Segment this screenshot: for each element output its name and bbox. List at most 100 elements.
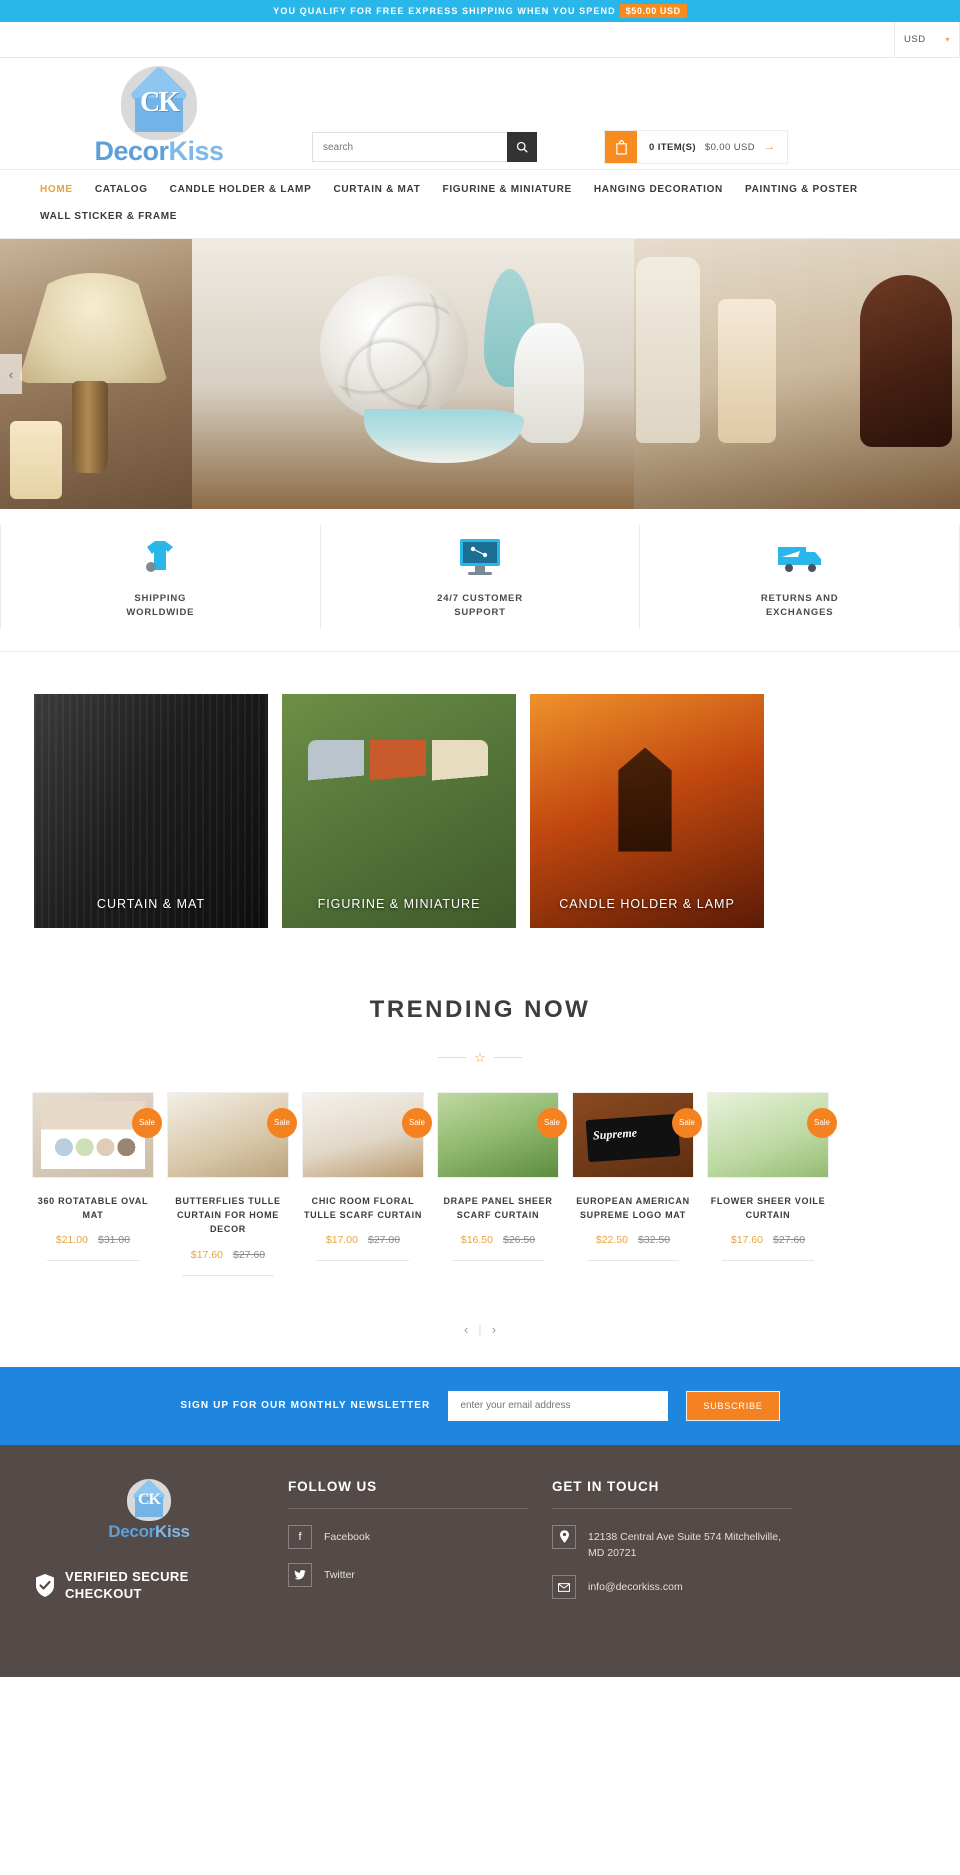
service-label: SHIPPING WORLDWIDE [126, 592, 194, 621]
carousel-next-button[interactable]: › [492, 1322, 496, 1337]
cart-summary: 0 ITEM(S) $0.00 USD → [637, 131, 787, 163]
product-carousel: Sale 360 ROTATABLE OVAL MAT $21.00 $31.0… [0, 1066, 960, 1286]
product-compare-price: $31.00 [98, 1234, 131, 1247]
chevron-down-icon: ▾ [945, 35, 950, 44]
sale-badge: Sale [537, 1107, 567, 1138]
product-divider [47, 1260, 139, 1262]
facebook-icon: f [288, 1524, 312, 1549]
hero-carousel[interactable]: ‹ [0, 239, 960, 509]
product-title[interactable]: CHIC ROOM FLORAL TULLE SCARF CURTAIN [302, 1194, 424, 1223]
carousel-prev-button[interactable]: ‹ [464, 1322, 468, 1337]
logo-initials: CK [140, 87, 180, 118]
shield-check-icon [36, 1573, 54, 1597]
currency-selector[interactable]: USD ▾ [894, 22, 960, 57]
product-compare-price: $26.50 [503, 1234, 536, 1247]
decorative-sphere-shape [320, 275, 468, 423]
product-image[interactable] [32, 1091, 154, 1178]
product-image[interactable]: Supreme [572, 1091, 694, 1178]
product-card[interactable]: Supreme Sale EUROPEAN AMERICAN SUPREME L… [572, 1091, 702, 1276]
product-image[interactable] [707, 1091, 829, 1178]
product-price: $17.00 [325, 1234, 358, 1247]
category-card-curtain-mat[interactable]: CURTAIN & MAT [34, 693, 268, 928]
category-label: CURTAIN & MAT [96, 896, 206, 911]
category-card-candle-holder-lamp[interactable]: CANDLE HOLDER & LAMP [530, 693, 764, 928]
footer-brand-column: CK DecorKiss VERIFIED SECURE CHECKOUT [34, 1478, 264, 1657]
service-label: 24/7 CUSTOMER SUPPORT [437, 592, 523, 621]
footer-social-label: Facebook [324, 1530, 371, 1543]
white-vase-shape [514, 323, 584, 443]
nav-item-figurine-miniature[interactable]: FIGURINE & MINIATURE [443, 184, 572, 195]
sale-badge: Sale [807, 1107, 837, 1138]
newsletter-signup: SIGN UP FOR OUR MONTHLY NEWSLETTER SUBSC… [0, 1366, 960, 1445]
sale-badge: Sale [267, 1107, 297, 1138]
product-price-row: $16.50 $26.50 [437, 1234, 559, 1246]
product-price: $22.50 [595, 1234, 628, 1247]
product-divider [722, 1260, 814, 1262]
sale-badge: Sale [402, 1107, 432, 1138]
footer-social-link-twitter[interactable]: Twitter [288, 1562, 528, 1587]
nav-item-painting-poster[interactable]: PAINTING & POSTER [745, 184, 858, 195]
product-divider [452, 1260, 544, 1262]
newsletter-email-input[interactable] [448, 1390, 669, 1421]
hero-image-lamp [0, 239, 192, 509]
nav-item-home[interactable]: HOME [40, 184, 73, 195]
product-compare-price: $27.60 [773, 1234, 806, 1247]
service-customer-support: 24/7 CUSTOMER SUPPORT [319, 525, 640, 629]
verified-text: VERIFIED SECURE CHECKOUT [65, 1568, 189, 1603]
truck-icon [774, 533, 826, 581]
verified-secure-checkout-badge: VERIFIED SECURE CHECKOUT [34, 1568, 264, 1603]
product-compare-price: $27.00 [368, 1234, 401, 1247]
product-price: $21.00 [55, 1234, 88, 1247]
footer-logo-mark-icon[interactable]: CK [127, 1478, 171, 1521]
product-price: $17.60 [730, 1234, 763, 1247]
search-input[interactable] [312, 132, 507, 162]
nav-item-candle-holder-lamp[interactable]: CANDLE HOLDER & LAMP [170, 184, 312, 195]
services-bar: SHIPPING WORLDWIDE 24/7 CUSTOMER SUPPORT [0, 509, 960, 652]
service-line2: EXCHANGES [765, 607, 834, 619]
product-card[interactable]: Sale BUTTERFLIES TULLE CURTAIN FOR HOME … [167, 1091, 297, 1276]
main-navigation: HOME CATALOG CANDLE HOLDER & LAMP CURTAI… [0, 170, 960, 239]
promo-banner: YOU QUALIFY FOR FREE EXPRESS SHIPPING WH… [0, 0, 960, 22]
product-title[interactable]: 360 ROTATABLE OVAL MAT [32, 1194, 154, 1223]
category-card-figurine-miniature[interactable]: FIGURINE & MINIATURE [282, 693, 516, 928]
newsletter-heading: SIGN UP FOR OUR MONTHLY NEWSLETTER [180, 1400, 431, 1412]
title-divider: ☆ [0, 1050, 960, 1066]
product-image[interactable] [302, 1091, 424, 1178]
product-title[interactable]: EUROPEAN AMERICAN SUPREME LOGO MAT [572, 1194, 694, 1223]
product-card[interactable]: Sale DRAPE PANEL SHEER SCARF CURTAIN $16… [437, 1091, 567, 1276]
logo-word-decor: Decor [94, 136, 169, 166]
footer-logo-initials: CK [138, 1490, 161, 1508]
buddha-statue-shape [860, 275, 952, 447]
nav-item-hanging-decoration[interactable]: HANGING DECORATION [594, 184, 723, 195]
tall-vase-shape [636, 257, 700, 443]
cart-total: $0.00 USD [704, 141, 755, 153]
search-submit-button[interactable] [507, 132, 537, 162]
product-card[interactable]: Sale FLOWER SHEER VOILE CURTAIN $17.60 $… [707, 1091, 837, 1276]
product-card[interactable]: Sale CHIC ROOM FLORAL TULLE SCARF CURTAI… [302, 1091, 432, 1276]
footer-social-link-facebook[interactable]: f Facebook [288, 1524, 528, 1549]
product-image[interactable] [167, 1091, 289, 1178]
envelope-icon [552, 1575, 576, 1600]
newsletter-subscribe-button[interactable]: SUBSCRIBE [686, 1390, 780, 1421]
cart-widget[interactable]: 0 ITEM(S) $0.00 USD → [604, 130, 789, 164]
nav-item-wall-sticker-frame[interactable]: WALL STICKER & FRAME [40, 211, 177, 222]
logo[interactable]: CK DecorKiss [44, 60, 274, 167]
nav-item-catalog[interactable]: CATALOG [95, 184, 148, 195]
product-title[interactable]: BUTTERFLIES TULLE CURTAIN FOR HOME DECOR [167, 1194, 289, 1237]
product-title[interactable]: FLOWER SHEER VOILE CURTAIN [707, 1194, 829, 1223]
twitter-icon [288, 1562, 312, 1587]
service-label: RETURNS AND EXCHANGES [761, 592, 839, 621]
footer-contact-title: GET IN TOUCH [552, 1479, 792, 1509]
search-icon [516, 141, 528, 153]
product-price-row: $22.50 $32.50 [572, 1234, 694, 1246]
footer-logo-wordmark: DecorKiss [34, 1522, 264, 1542]
lamp-shade-shape [18, 273, 168, 383]
product-title[interactable]: DRAPE PANEL SHEER SCARF CURTAIN [437, 1194, 559, 1223]
hero-image-vases [634, 239, 960, 509]
hero-prev-button[interactable]: ‹ [0, 354, 22, 394]
product-image[interactable] [437, 1091, 559, 1178]
product-divider [317, 1260, 409, 1262]
nav-item-curtain-mat[interactable]: CURTAIN & MAT [333, 184, 420, 195]
footer-contact-email[interactable]: info@decorkiss.com [552, 1575, 792, 1600]
product-card[interactable]: Sale 360 ROTATABLE OVAL MAT $21.00 $31.0… [32, 1091, 162, 1276]
